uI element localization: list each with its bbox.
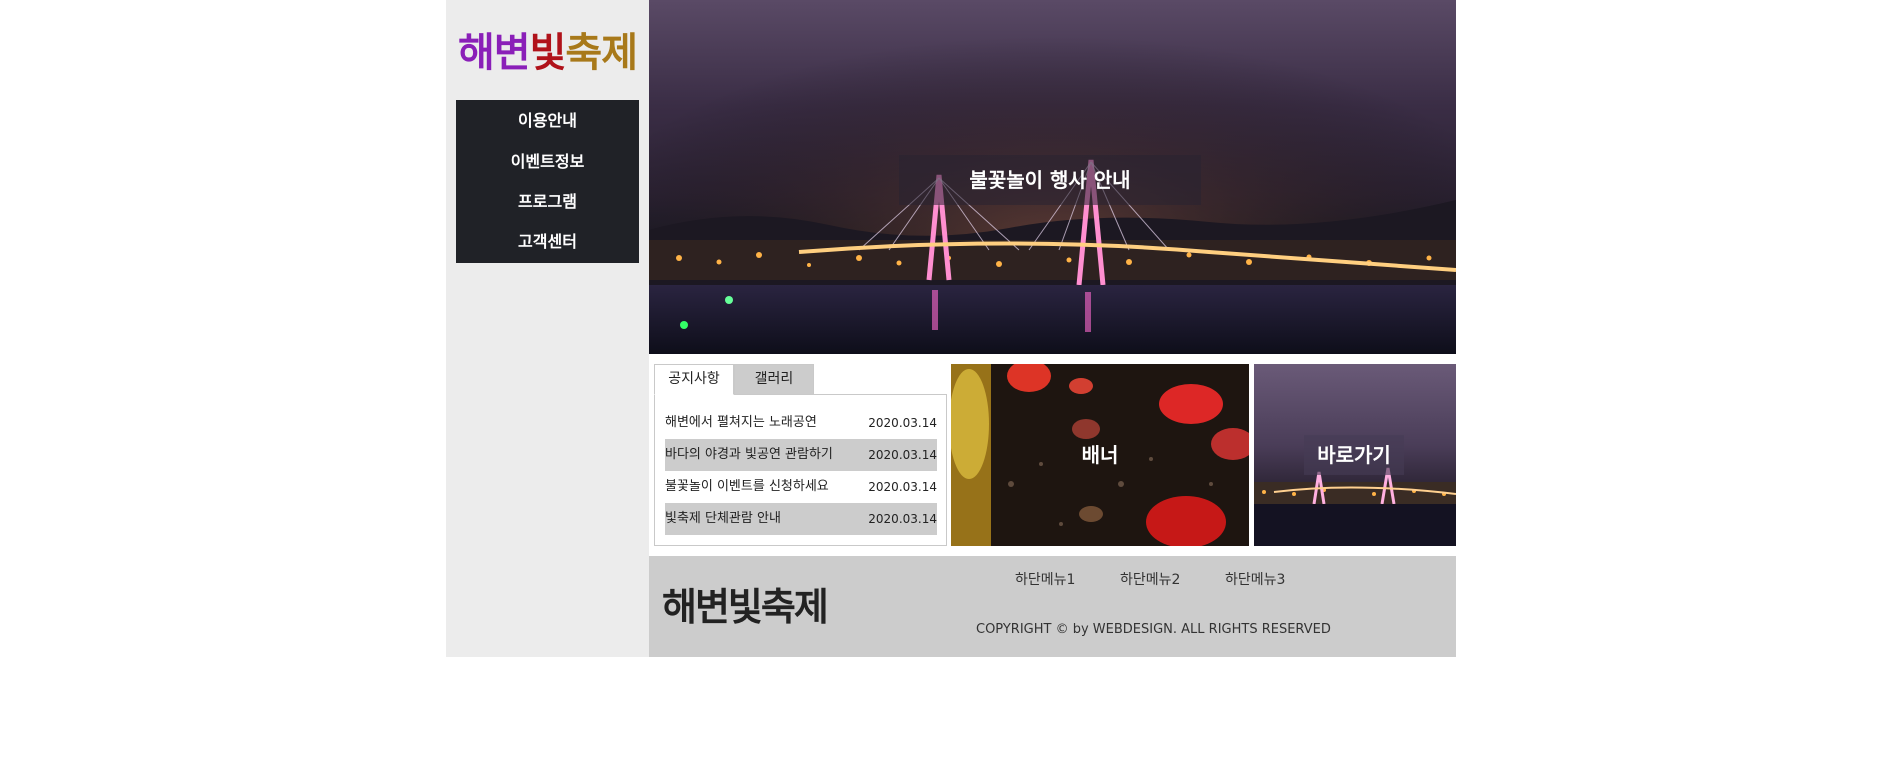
notice-row[interactable]: 바다의 야경과 빛공연 관람하기 2020.03.14 xyxy=(665,439,937,471)
nav-item-guide[interactable]: 이용안내 xyxy=(456,100,639,142)
nav-item-program[interactable]: 프로그램 xyxy=(456,182,639,222)
notice-tabs: 공지사항 갤러리 해변에서 펼쳐지는 노래공연 2020.03.14 바다의 야… xyxy=(654,364,947,546)
notice-title: 불꽃놀이 이벤트를 신청하세요 xyxy=(665,479,829,494)
nav-item-events[interactable]: 이벤트정보 xyxy=(456,142,639,182)
logo-part-3: 축제 xyxy=(565,30,638,76)
notice-row[interactable]: 빛축제 단체관람 안내 2020.03.14 xyxy=(665,503,937,535)
notice-date: 2020.03.14 xyxy=(868,512,937,526)
tab-gallery[interactable]: 갤러리 xyxy=(734,364,814,395)
notice-title: 해변에서 펼쳐지는 노래공연 xyxy=(665,415,817,430)
site-logo[interactable]: 해변빛축제 xyxy=(446,28,649,78)
footer-menu-3[interactable]: 하단메뉴3 xyxy=(1225,570,1285,590)
main-nav: 이용안내 이벤트정보 프로그램 고객센터 xyxy=(456,100,639,263)
notice-title: 바다의 야경과 빛공연 관람하기 xyxy=(665,447,833,462)
logo-part-1: 해변 xyxy=(457,30,531,76)
banner[interactable]: 배너 xyxy=(951,364,1249,546)
footer-logo[interactable]: 해변빛축제 xyxy=(662,582,829,632)
banner-label: 배너 xyxy=(1081,443,1119,467)
nav-item-support[interactable]: 고객센터 xyxy=(456,222,639,262)
logo-part-2: 빛 xyxy=(529,30,567,76)
hero-title[interactable]: 불꽃놀이 행사 안내 xyxy=(899,155,1201,205)
tab-notice[interactable]: 공지사항 xyxy=(654,364,734,395)
shortcut-label: 바로가기 xyxy=(1304,435,1404,475)
notice-date: 2020.03.14 xyxy=(868,416,937,430)
page-wrapper: 해변빛축제 이용안내 이벤트정보 프로그램 고객센터 불꽃놀이 행사 안내 공지… xyxy=(446,0,1456,657)
notice-row[interactable]: 해변에서 펼쳐지는 노래공연 2020.03.14 xyxy=(665,407,937,439)
notice-date: 2020.03.14 xyxy=(868,448,937,462)
footer-menu-1[interactable]: 하단메뉴1 xyxy=(1015,570,1075,590)
notice-panel: 해변에서 펼쳐지는 노래공연 2020.03.14 바다의 야경과 빛공연 관람… xyxy=(654,394,947,546)
shortcut-link[interactable]: 바로가기 xyxy=(1254,364,1456,546)
sidebar: 해변빛축제 이용안내 이벤트정보 프로그램 고객센터 xyxy=(446,0,649,657)
notice-title: 빛축제 단체관람 안내 xyxy=(665,511,781,526)
footer-menu-2[interactable]: 하단메뉴2 xyxy=(1120,570,1180,590)
footer: 해변빛축제 하단메뉴1 하단메뉴2 하단메뉴3 COPYRIGHT © by W… xyxy=(649,556,1456,657)
hero-slide: 불꽃놀이 행사 안내 xyxy=(649,0,1456,354)
notice-row[interactable]: 불꽃놀이 이벤트를 신청하세요 2020.03.14 xyxy=(665,471,937,503)
notice-date: 2020.03.14 xyxy=(868,480,937,494)
copyright-text: COPYRIGHT © by WEBDESIGN. ALL RIGHTS RES… xyxy=(976,622,1331,637)
